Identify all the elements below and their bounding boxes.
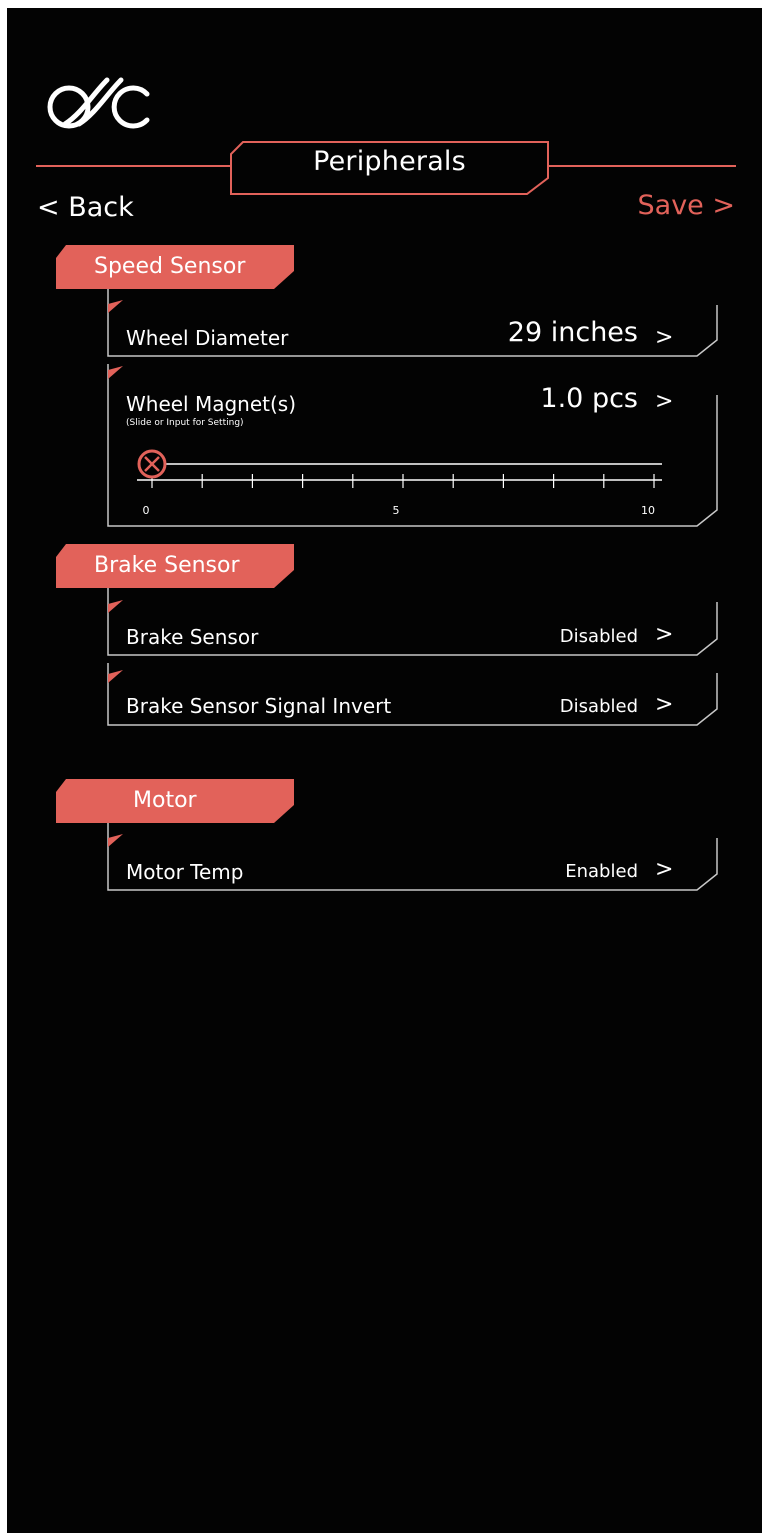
section-title: Speed Sensor	[94, 254, 246, 279]
chevron-right-icon: >	[655, 857, 674, 882]
chevron-right-icon: >	[655, 622, 674, 647]
slider-mid-label: 5	[392, 504, 400, 517]
section-title: Brake Sensor	[94, 553, 240, 578]
bike-logo-icon	[47, 77, 150, 129]
brake-signal-invert-label: Brake Sensor Signal Invert	[126, 694, 392, 718]
app-screen: Peripherals < Back Save > Speed Sensor W…	[7, 8, 762, 1533]
brake-signal-invert-value: Disabled	[559, 696, 638, 717]
motor-temp-value: Enabled	[565, 861, 638, 882]
chevron-right-icon: >	[655, 389, 674, 414]
slider-max-label: 10	[641, 504, 655, 517]
section-title: Motor	[133, 788, 197, 813]
back-button[interactable]: < Back	[37, 192, 134, 223]
brake-sensor-value: Disabled	[559, 626, 638, 647]
slider-thumb[interactable]	[137, 449, 167, 479]
brake-sensor-label: Brake Sensor	[126, 625, 259, 649]
section-speed-sensor[interactable]: Speed Sensor	[56, 245, 296, 289]
page-title: Peripherals	[313, 146, 466, 177]
wheel-magnets-value: 1.0 pcs	[540, 383, 638, 414]
wheel-diameter-value: 29 inches	[507, 317, 638, 348]
wheel-diameter-label: Wheel Diameter	[126, 326, 289, 350]
section-motor[interactable]: Motor	[56, 779, 296, 823]
chevron-right-icon: >	[655, 325, 674, 350]
slider-min-label: 0	[142, 504, 150, 517]
chevron-right-icon: >	[655, 692, 674, 717]
save-button[interactable]: Save >	[638, 190, 735, 221]
wheel-magnets-hint: (Slide or Input for Setting)	[126, 418, 244, 428]
wheel-magnets-label: Wheel Magnet(s)	[126, 392, 297, 416]
wheel-magnets-slider[interactable]	[127, 448, 672, 508]
section-brake-sensor[interactable]: Brake Sensor	[56, 544, 296, 588]
motor-temp-label: Motor Temp	[126, 860, 244, 884]
